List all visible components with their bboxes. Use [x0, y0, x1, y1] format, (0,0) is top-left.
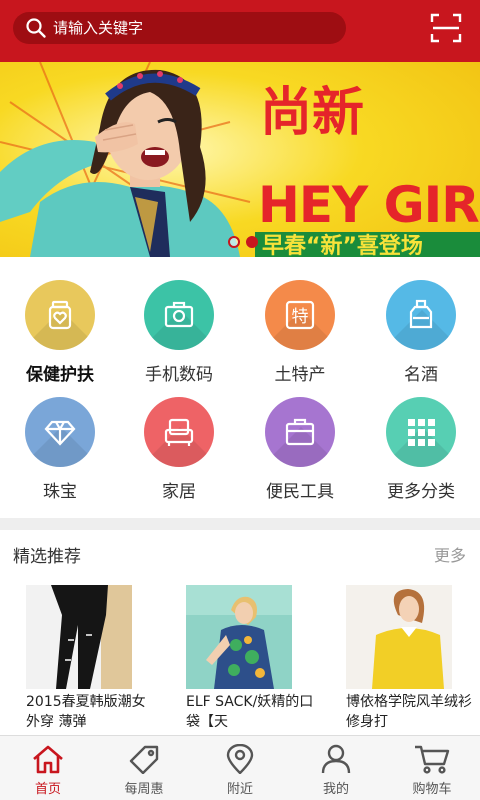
top-header [0, 0, 480, 62]
svg-text:尚新: 尚新 [260, 83, 364, 143]
liquor-bottle-icon [386, 280, 456, 350]
tab-nearby[interactable]: 附近 [192, 736, 288, 800]
category-tools[interactable]: 便民工具 [240, 397, 360, 502]
section-divider [0, 518, 480, 530]
product-name: 2015春夏韩版潮女外穿 薄弹 [26, 694, 146, 730]
location-pin-icon [192, 744, 288, 774]
product-card[interactable]: 博依格学院风羊绒衫修身打 [320, 585, 480, 732]
category-label: 家居 [162, 482, 196, 502]
tab-label: 我的 [322, 782, 349, 797]
scan-icon[interactable] [430, 13, 462, 43]
cart-icon [384, 744, 480, 774]
featured-title: 精选推荐 [13, 547, 81, 567]
category-label: 珠宝 [43, 482, 77, 502]
search-input[interactable] [53, 19, 333, 37]
svg-text:特: 特 [292, 307, 309, 327]
banner-pagination [228, 236, 258, 248]
sofa-icon [144, 397, 214, 467]
tab-label: 首页 [34, 782, 61, 797]
tab-home[interactable]: 首页 [0, 736, 96, 800]
tab-label: 购物车 [412, 782, 452, 797]
category-specialty[interactable]: 特 土特产 [240, 280, 360, 385]
category-jewelry[interactable]: 珠宝 [0, 397, 120, 502]
tab-cart[interactable]: 购物车 [384, 736, 480, 800]
user-icon [288, 744, 384, 774]
grid-icon [386, 397, 456, 467]
banner-dot-active[interactable] [246, 236, 258, 248]
more-link[interactable]: 更多 [434, 542, 466, 566]
category-label: 名酒 [404, 365, 438, 385]
banner-dot[interactable] [228, 236, 240, 248]
featured-header: 精选推荐 更多 [0, 530, 480, 574]
camera-icon [144, 280, 214, 350]
category-label: 土特产 [274, 365, 326, 385]
diamond-icon [25, 397, 95, 467]
tab-profile[interactable]: 我的 [288, 736, 384, 800]
product-name: ELF SACK/妖精的口袋【天 [186, 694, 314, 730]
toolbox-icon [265, 397, 335, 467]
category-digital[interactable]: 手机数码 [119, 280, 239, 385]
search-bar[interactable] [13, 12, 346, 44]
category-label: 便民工具 [266, 482, 334, 502]
category-health[interactable]: 保健护扶 [0, 280, 120, 385]
svg-text:早春“新”喜登场: 早春“新”喜登场 [262, 233, 423, 257]
product-name: 博依格学院风羊绒衫修身打 [346, 694, 472, 730]
tab-label: 附近 [226, 782, 253, 797]
product-image [346, 585, 452, 689]
category-label: 保健护扶 [26, 365, 94, 385]
home-icon [0, 744, 96, 774]
promo-banner[interactable]: 尚新 HEY GIRL 早春“新”喜登场 [0, 62, 480, 257]
tab-weekly-deals[interactable]: 每周惠 [96, 736, 192, 800]
banner-image: 尚新 HEY GIRL 早春“新”喜登场 [0, 62, 480, 257]
bottom-tab-bar: 首页 每周惠 附近 我的 购物车 [0, 735, 480, 800]
category-liquor[interactable]: 名酒 [361, 280, 480, 385]
product-card[interactable]: 2015春夏韩版潮女外穿 薄弹 [0, 585, 160, 732]
category-label: 更多分类 [387, 482, 455, 502]
specialty-icon: 特 [265, 280, 335, 350]
category-label: 手机数码 [145, 365, 213, 385]
search-icon [25, 17, 47, 39]
product-image [186, 585, 292, 689]
price-tag-icon [96, 744, 192, 774]
svg-text:HEY GIRL: HEY GIRL [258, 176, 480, 234]
category-more[interactable]: 更多分类 [361, 397, 480, 502]
tab-label: 每周惠 [124, 782, 164, 797]
product-card[interactable]: ELF SACK/妖精的口袋【天 [160, 585, 320, 732]
category-home[interactable]: 家居 [119, 397, 239, 502]
product-image [26, 585, 132, 689]
category-grid: 保健护扶 手机数码 特 土特产 名酒 珠宝 家居 便民工具 更多分类 [0, 262, 480, 518]
health-jar-icon [25, 280, 95, 350]
